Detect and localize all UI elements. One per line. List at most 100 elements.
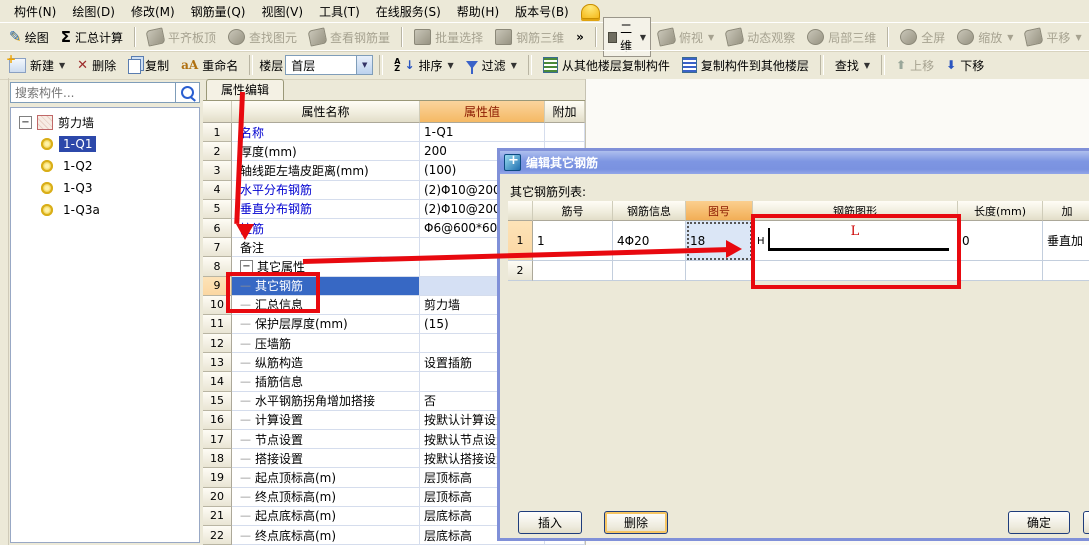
tree-line-icon: — xyxy=(240,490,251,504)
tree-item-1-Q1[interactable]: 1-Q1 xyxy=(11,133,199,155)
property-name-label: 起点顶标高(m) xyxy=(255,470,337,485)
dropdown-arrow-icon: ▼ xyxy=(639,32,647,42)
menu-item[interactable]: 视图(V) xyxy=(253,0,311,23)
copy-button[interactable]: 复制 xyxy=(123,54,174,76)
tree-item-label: 1-Q3 xyxy=(63,181,93,195)
binoculars-icon xyxy=(228,29,246,45)
separator xyxy=(819,55,824,75)
insert-button[interactable]: 插入 xyxy=(518,511,582,534)
filter-icon xyxy=(465,61,478,74)
length-cell[interactable]: 0 xyxy=(958,221,1043,261)
property-name: — 保护层厚度(mm) xyxy=(232,314,420,335)
row-number-cell[interactable]: 2 xyxy=(508,261,533,281)
tree-line-icon: — xyxy=(240,432,251,446)
filter-button[interactable]: 过滤 ▼ xyxy=(461,55,522,76)
collapse-box-icon[interactable]: − xyxy=(240,259,253,273)
property-name-label: 厚度(mm) xyxy=(240,144,297,159)
bar-no-cell[interactable] xyxy=(533,261,613,281)
bar-no-cell[interactable]: 1 xyxy=(533,221,613,261)
length-cell[interactable] xyxy=(958,261,1043,281)
dialog-title-bar[interactable]: 编辑其它钢筋 xyxy=(500,151,1089,174)
rebar-info-cell[interactable] xyxy=(613,261,686,281)
square-2d-icon xyxy=(607,31,618,43)
row-number: 14 xyxy=(203,372,232,392)
row-number: 3 xyxy=(203,161,232,181)
row-number: 9 xyxy=(203,276,232,296)
tree-item-1-Q3a[interactable]: 1-Q3a xyxy=(11,199,199,221)
tree-item-1-Q2[interactable]: 1-Q2 xyxy=(11,155,199,177)
property-name: — 水平钢筋拐角增加搭接 xyxy=(232,391,420,411)
new-button[interactable]: 新建▼ xyxy=(4,52,70,76)
component-tree: − 剪力墙 1-Q1 1-Q2 1-Q3 1-Q3a xyxy=(10,107,200,543)
new-icon xyxy=(6,52,26,73)
menu-bar: 构件(N) 绘图(D) 修改(M) 钢筋量(Q) 视图(V) 工具(T) 在线服务(S) 帮助… xyxy=(0,0,1089,23)
delete-button[interactable]: ✕ 删除 xyxy=(72,55,121,76)
row-number: 16 xyxy=(203,410,232,430)
tree-line-icon: — xyxy=(240,413,251,427)
property-name-label: 终点底标高(m) xyxy=(255,528,337,543)
find-button[interactable]: 查找 ▼ xyxy=(830,55,875,76)
diagram-no-cell-selected[interactable]: 18 xyxy=(686,221,753,261)
property-name: − 其它属性 xyxy=(232,257,420,277)
copy-to-other-floor-button[interactable]: 复制构件到其他楼层 xyxy=(677,55,814,76)
rename-icon: aA xyxy=(181,58,199,72)
search-button[interactable] xyxy=(176,82,200,103)
fullscreen-button: 全屏 xyxy=(895,27,950,48)
copy-icon xyxy=(128,59,142,74)
tree-item-1-Q3[interactable]: 1-Q3 xyxy=(11,177,199,199)
pan-icon xyxy=(1023,27,1044,47)
rebar-3d-icon xyxy=(495,29,513,45)
delete-button[interactable]: 删除 xyxy=(604,511,668,534)
diagram-no-cell[interactable] xyxy=(686,261,753,281)
menu-item[interactable]: 钢筋量(Q) xyxy=(183,0,254,23)
rebar-shape-cell[interactable] xyxy=(753,261,958,281)
rebar-shape-cell[interactable]: H L xyxy=(753,221,958,261)
partial-button-cutoff[interactable] xyxy=(1083,511,1089,534)
property-name: — 终点顶标高(m) xyxy=(232,487,420,507)
sort-button[interactable]: A Z ↓ 排序 ▼ xyxy=(389,55,458,76)
separator xyxy=(379,55,384,75)
menu-item[interactable]: 构件(N) xyxy=(6,0,64,23)
component-icon xyxy=(41,138,53,150)
copy-from-other-floor-button[interactable]: 从其他楼层复制构件 xyxy=(538,55,675,76)
header-bar-no: 筋号 xyxy=(533,201,613,221)
orbit-button: 动态观察 xyxy=(721,27,800,48)
edit-other-rebar-dialog: 编辑其它钢筋 其它钢筋列表: 筋号 钢筋信息 图号 钢筋图形 长度(mm) 加 … xyxy=(497,148,1089,541)
move-down-button[interactable]: ⬇ 下移 xyxy=(941,55,989,76)
floor-select[interactable]: 首层 ▼ xyxy=(285,55,374,75)
property-extra-checkbox-cell[interactable] xyxy=(545,123,585,143)
flush-slab-top-button: 平齐板顶 xyxy=(142,27,221,48)
row-number-cell[interactable]: 1 xyxy=(508,221,533,261)
property-row-1[interactable]: 1 名称 1-Q1 xyxy=(203,123,585,143)
extra-cell[interactable]: 垂直加 xyxy=(1043,221,1089,261)
rebar-info-cell[interactable]: 4Φ20 xyxy=(613,221,686,261)
search-input[interactable] xyxy=(10,82,176,103)
extra-cell[interactable] xyxy=(1043,261,1089,281)
rename-button[interactable]: aA 重命名 xyxy=(176,55,243,76)
property-name-label: 计算设置 xyxy=(255,413,304,428)
property-name: — 终点底标高(m) xyxy=(232,525,420,545)
sum-calc-button[interactable]: Σ 汇总计算 xyxy=(56,27,128,48)
menu-item[interactable]: 版本号(B) xyxy=(507,0,577,23)
dialog-icon xyxy=(504,153,521,171)
row-number: 18 xyxy=(203,449,232,469)
tab-property-edit[interactable]: 属性编辑 xyxy=(206,79,284,100)
row-number: 6 xyxy=(203,218,232,239)
property-name-label: 其它属性 xyxy=(257,259,306,274)
menu-item[interactable]: 帮助(H) xyxy=(449,0,507,23)
property-value[interactable]: 1-Q1 xyxy=(420,123,545,143)
tree-children: 1-Q1 1-Q2 1-Q3 1-Q3a xyxy=(11,133,199,221)
draw-button[interactable]: ✎ 绘图 xyxy=(4,27,54,48)
ok-button[interactable]: 确定 xyxy=(1008,511,1070,534)
tree-item-label: 1-Q2 xyxy=(63,159,93,173)
separator xyxy=(134,27,137,47)
collapse-box-icon[interactable]: − xyxy=(19,116,32,129)
toolbar-view: ✎ 绘图 Σ 汇总计算 平齐板顶 查找图元 查看钢筋量 批量选择 钢筋三维 » 二维… xyxy=(0,17,1089,57)
menu-item[interactable]: 修改(M) xyxy=(123,0,183,23)
menu-item[interactable]: 工具(T) xyxy=(311,0,368,23)
menu-item[interactable]: 在线服务(S) xyxy=(368,0,449,23)
tree-root-shear-wall[interactable]: − 剪力墙 xyxy=(11,108,199,133)
menu-item[interactable]: 绘图(D) xyxy=(64,0,123,23)
tree-line-icon: — xyxy=(240,451,251,465)
toolbar-overflow-button[interactable]: » xyxy=(571,28,589,46)
